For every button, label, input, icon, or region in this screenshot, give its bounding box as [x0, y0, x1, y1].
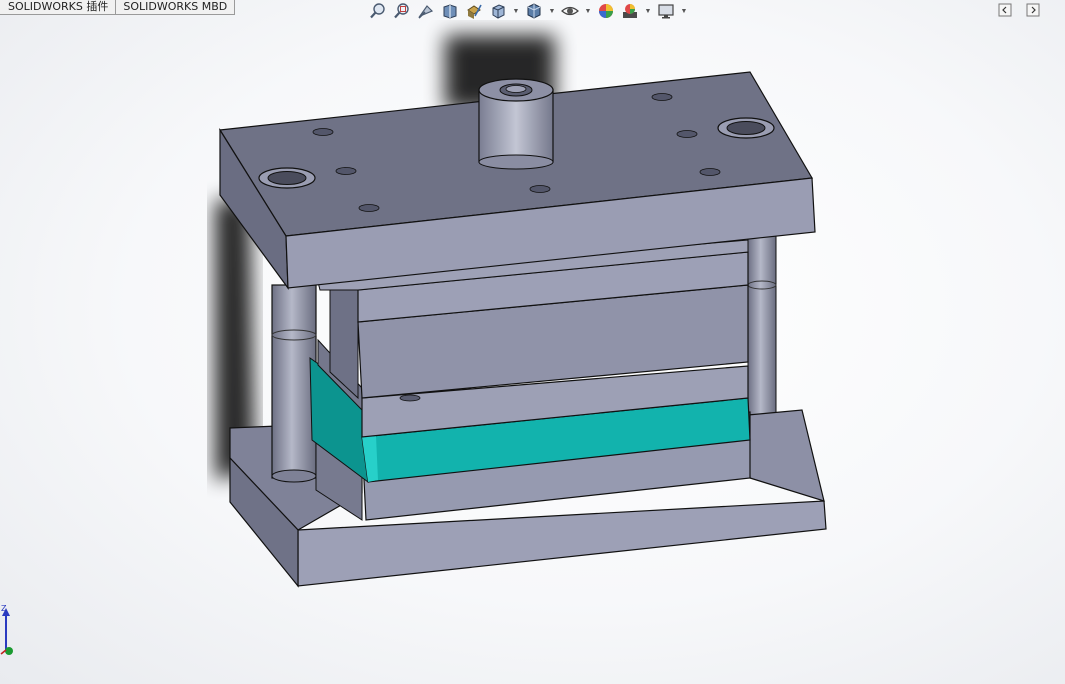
guide-pin-back-right: [747, 231, 777, 433]
graphics-area[interactable]: [0, 0, 1065, 684]
guide-pin-front-left: [271, 284, 317, 483]
triad-z-label: Z: [1, 604, 7, 613]
reference-triad[interactable]: Z: [0, 600, 22, 662]
die-shank: [478, 78, 554, 170]
